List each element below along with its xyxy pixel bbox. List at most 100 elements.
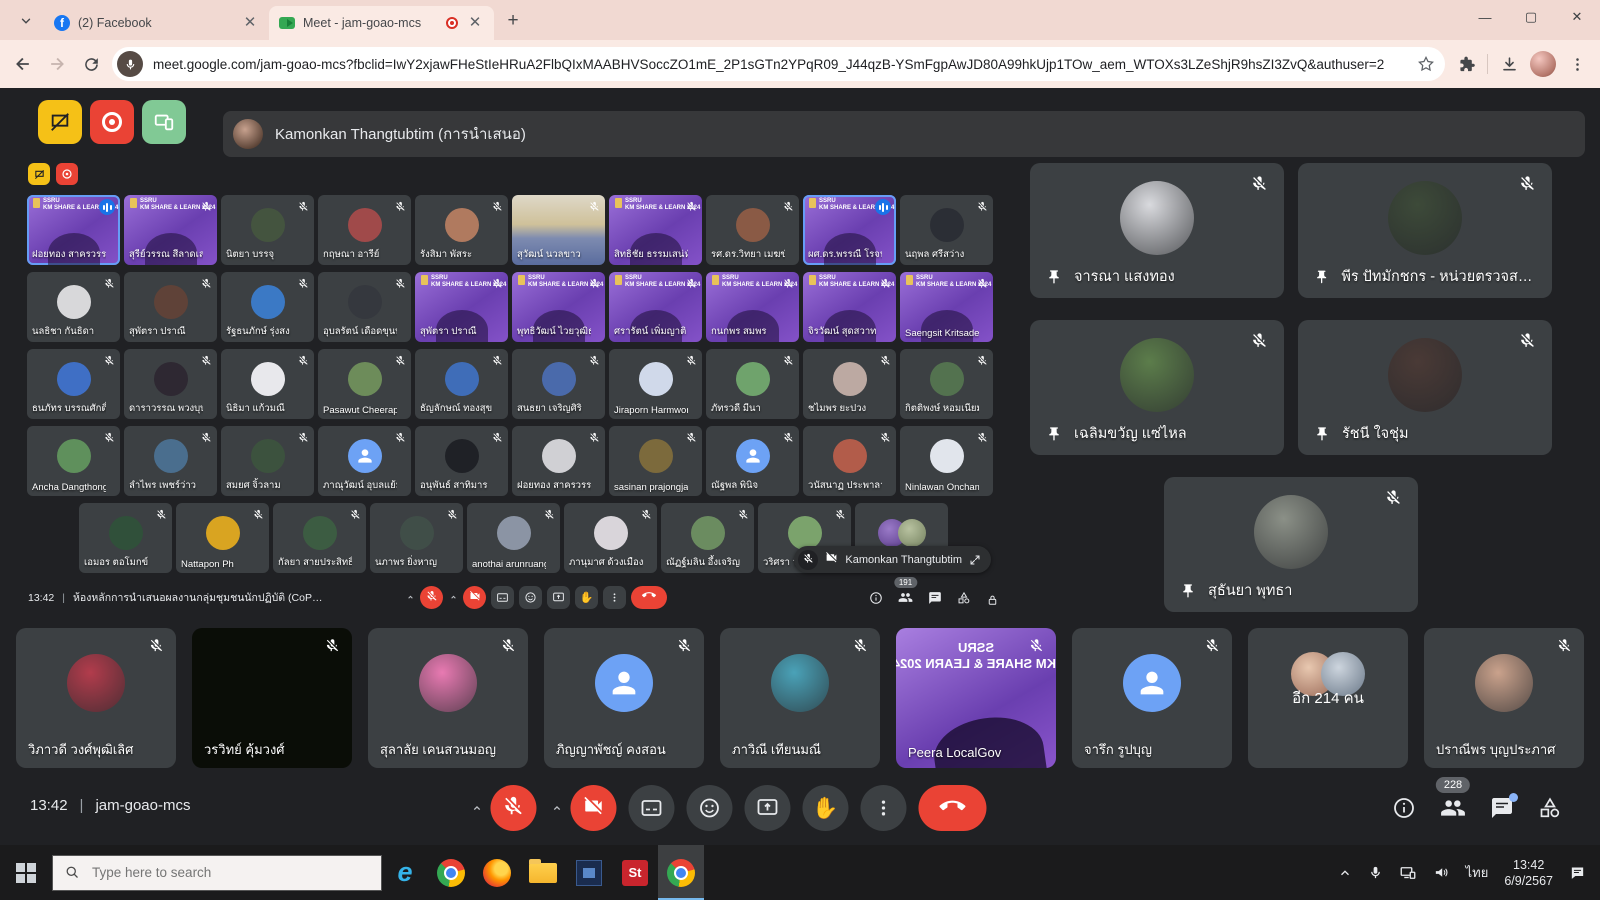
- participant-tile[interactable]: ธัญลักษณ์ ทองสุข: [415, 349, 508, 419]
- mini-mic-button[interactable]: [420, 586, 443, 609]
- participant-tile[interactable]: นฤพล ศรีสว่าง: [900, 195, 993, 265]
- participant-tile[interactable]: อีก 214 คน: [1248, 628, 1408, 768]
- pinned-participant-tile[interactable]: เฉลิมขวัญ แซ่ไหล: [1030, 320, 1284, 455]
- camera-options-chevron-icon[interactable]: [448, 593, 458, 602]
- participant-tile[interactable]: นิธิมา แก้วมณี: [221, 349, 314, 419]
- participant-tile[interactable]: สมยศ จิ้วลาม: [221, 426, 314, 496]
- mini-people-icon[interactable]: 191: [898, 590, 913, 610]
- maximize-button[interactable]: ▢: [1508, 0, 1554, 34]
- participant-tile[interactable]: ธนภัทร บรรณศักดิ์: [27, 349, 120, 419]
- tab-search-chevron-icon[interactable]: [12, 7, 40, 35]
- participant-tile[interactable]: รัฐธนภักษ์ รุ่งสง: [221, 272, 314, 342]
- participant-tile[interactable]: SSRU KM SHARE & LEARN 2024Peera LocalGov: [896, 628, 1056, 768]
- participant-tile[interactable]: จารึก รูปบุญ: [1072, 628, 1232, 768]
- participant-tile[interactable]: anothai arunruang (...: [467, 503, 560, 573]
- internet-explorer-icon[interactable]: e: [382, 845, 428, 900]
- participant-tile[interactable]: SSRU KM SHARE & LEARN 2024จิรวัฒน์ สุดสว…: [803, 272, 896, 342]
- more-options-button[interactable]: [860, 785, 906, 831]
- self-view-pill[interactable]: Kamonkan Thangtubtim: [794, 546, 991, 573]
- participant-tile[interactable]: ณัฐพล พินิจ: [706, 426, 799, 496]
- activities-panel-icon[interactable]: [1538, 796, 1562, 825]
- participant-tile[interactable]: Pasawut Cheerapak...: [318, 349, 411, 419]
- people-panel-icon[interactable]: 228: [1440, 795, 1466, 826]
- participant-tile[interactable]: อนุพันธ์ สาทิมาร: [415, 426, 508, 496]
- participant-tile[interactable]: สุวัฒน์ นวลขาว: [512, 195, 605, 265]
- participant-tile[interactable]: กิตติพงษ์ หอมเนียม: [900, 349, 993, 419]
- tray-display-icon[interactable]: [1399, 864, 1417, 882]
- participant-tile[interactable]: วิภาวดี วงศ์พุฒิเลิศ: [16, 628, 176, 768]
- file-explorer-icon[interactable]: [520, 845, 566, 900]
- url-bar[interactable]: [112, 47, 1445, 81]
- mini-raise-hand-button[interactable]: ✋: [575, 586, 598, 609]
- participant-tile[interactable]: Ninlawan Oncham: [900, 426, 993, 496]
- participant-tile[interactable]: ปราณีพร บุญประภาศรี: [1424, 628, 1584, 768]
- language-indicator[interactable]: ไทย: [1466, 862, 1489, 883]
- pinned-participant-tile[interactable]: รัชนี ใจชุ่ม: [1298, 320, 1552, 455]
- mini-host-controls-icon[interactable]: [986, 594, 999, 607]
- tab-facebook[interactable]: f (2) Facebook ✕: [44, 6, 269, 40]
- participant-tile[interactable]: สุลาลัย เคนสวนมอญ: [368, 628, 528, 768]
- participant-tile[interactable]: SSRU KM SHARE & LEARN 2024สุรีย์วรรณ สีล…: [124, 195, 217, 265]
- minimize-button[interactable]: —: [1462, 0, 1508, 34]
- mini-camera-button[interactable]: [463, 586, 486, 609]
- start-button[interactable]: [0, 845, 52, 900]
- participant-tile[interactable]: รศ.ดร.วิทยา เมฆขำ มรภ...: [706, 195, 799, 265]
- mini-info-icon[interactable]: [869, 591, 883, 610]
- mic-options-chevron-icon[interactable]: [468, 802, 484, 815]
- bookmark-star-icon[interactable]: [1417, 55, 1435, 73]
- participant-tile[interactable]: นลธิชา กันธิดา: [27, 272, 120, 342]
- participant-tile[interactable]: SSRU KM SHARE & LEARN 2024ผศ.ดร.พรรณี โร…: [803, 195, 896, 265]
- mini-end-call-button[interactable]: [631, 586, 667, 609]
- expand-icon[interactable]: [969, 554, 981, 566]
- raise-hand-button[interactable]: ✋: [802, 785, 848, 831]
- mic-button[interactable]: [490, 785, 536, 831]
- taskbar-clock[interactable]: 13:42 6/9/2567: [1504, 857, 1553, 889]
- participant-tile[interactable]: กฤษณา อารีย์: [318, 195, 411, 265]
- mini-chat-icon[interactable]: [928, 591, 942, 610]
- presentation-warning-icon[interactable]: [38, 100, 82, 144]
- adobe-app-icon[interactable]: St: [612, 845, 658, 900]
- participant-tile[interactable]: SSRU KM SHARE & LEARN 2024ศรารัตน์ เพิ่ม…: [609, 272, 702, 342]
- downloads-icon[interactable]: [1496, 51, 1522, 77]
- chat-panel-icon[interactable]: [1490, 796, 1514, 825]
- camera-button[interactable]: [570, 785, 616, 831]
- tab-close-icon[interactable]: ✕: [466, 14, 484, 32]
- mini-captions-button[interactable]: [491, 586, 514, 609]
- extensions-icon[interactable]: [1453, 51, 1479, 77]
- forward-button[interactable]: [44, 51, 70, 77]
- participant-tile[interactable]: วนัสนาฏ ประพาลา: [803, 426, 896, 496]
- end-call-button[interactable]: [918, 785, 986, 831]
- participant-tile[interactable]: sasinan prajongjai: [609, 426, 702, 496]
- taskbar-search[interactable]: [52, 855, 382, 891]
- participant-tile[interactable]: กัลยา สายประสิทธิ์: [273, 503, 366, 573]
- participant-tile[interactable]: Ancha Dangthongdee: [27, 426, 120, 496]
- participant-tile[interactable]: SSRU KM SHARE & LEARN 2024Saengsit Krits…: [900, 272, 993, 342]
- meeting-details-icon[interactable]: [1392, 796, 1416, 825]
- mini-activities-icon[interactable]: [957, 591, 971, 610]
- participant-tile[interactable]: อุบลรัตน์ เดือดขุนทด: [318, 272, 411, 342]
- pinned-participant-tile[interactable]: พีร ปัทมักชกร - หน่วยตรวจสอบ...: [1298, 163, 1552, 298]
- participant-tile[interactable]: สุพัตรา ปราณี: [124, 272, 217, 342]
- participant-tile[interactable]: นิตยา บรรจุ: [221, 195, 314, 265]
- participant-tile[interactable]: วรวิทย์ คุ้มวงศ์: [192, 628, 352, 768]
- new-tab-button[interactable]: +: [500, 8, 526, 34]
- url-input[interactable]: [151, 56, 1409, 73]
- participant-tile[interactable]: ณัฏฐ์มลิน อึ้งเจริญ: [661, 503, 754, 573]
- recording-icon[interactable]: [90, 100, 134, 144]
- present-button[interactable]: [744, 785, 790, 831]
- participant-tile[interactable]: Nattapon Ph: [176, 503, 269, 573]
- participant-tile[interactable]: ภานุมาศ ด้วงเมือง: [564, 503, 657, 573]
- participant-tile[interactable]: ภัทรวดี มีนา: [706, 349, 799, 419]
- tab-close-icon[interactable]: ✕: [241, 14, 259, 32]
- pinned-participant-tile[interactable]: จารณา แสงทอง: [1030, 163, 1284, 298]
- participant-tile[interactable]: SSRU KM SHARE & LEARN 2024กนกพร สมพร: [706, 272, 799, 342]
- participant-tile[interactable]: ภาณุวัฒน์ อุบลแย้ม: [318, 426, 411, 496]
- reload-button[interactable]: [78, 51, 104, 77]
- participant-tile[interactable]: ชไมพร ยะปวง: [803, 349, 896, 419]
- back-button[interactable]: [10, 51, 36, 77]
- mini-more-options-button[interactable]: [603, 586, 626, 609]
- camera-options-chevron-icon[interactable]: [548, 802, 564, 815]
- tray-mic-icon[interactable]: [1368, 865, 1383, 880]
- participant-tile[interactable]: ลำไพร เพชร์ว่าว: [124, 426, 217, 496]
- participant-tile[interactable]: SSRU KM SHARE & LEARN 2024สิทธิชัย ธรรมเ…: [609, 195, 702, 265]
